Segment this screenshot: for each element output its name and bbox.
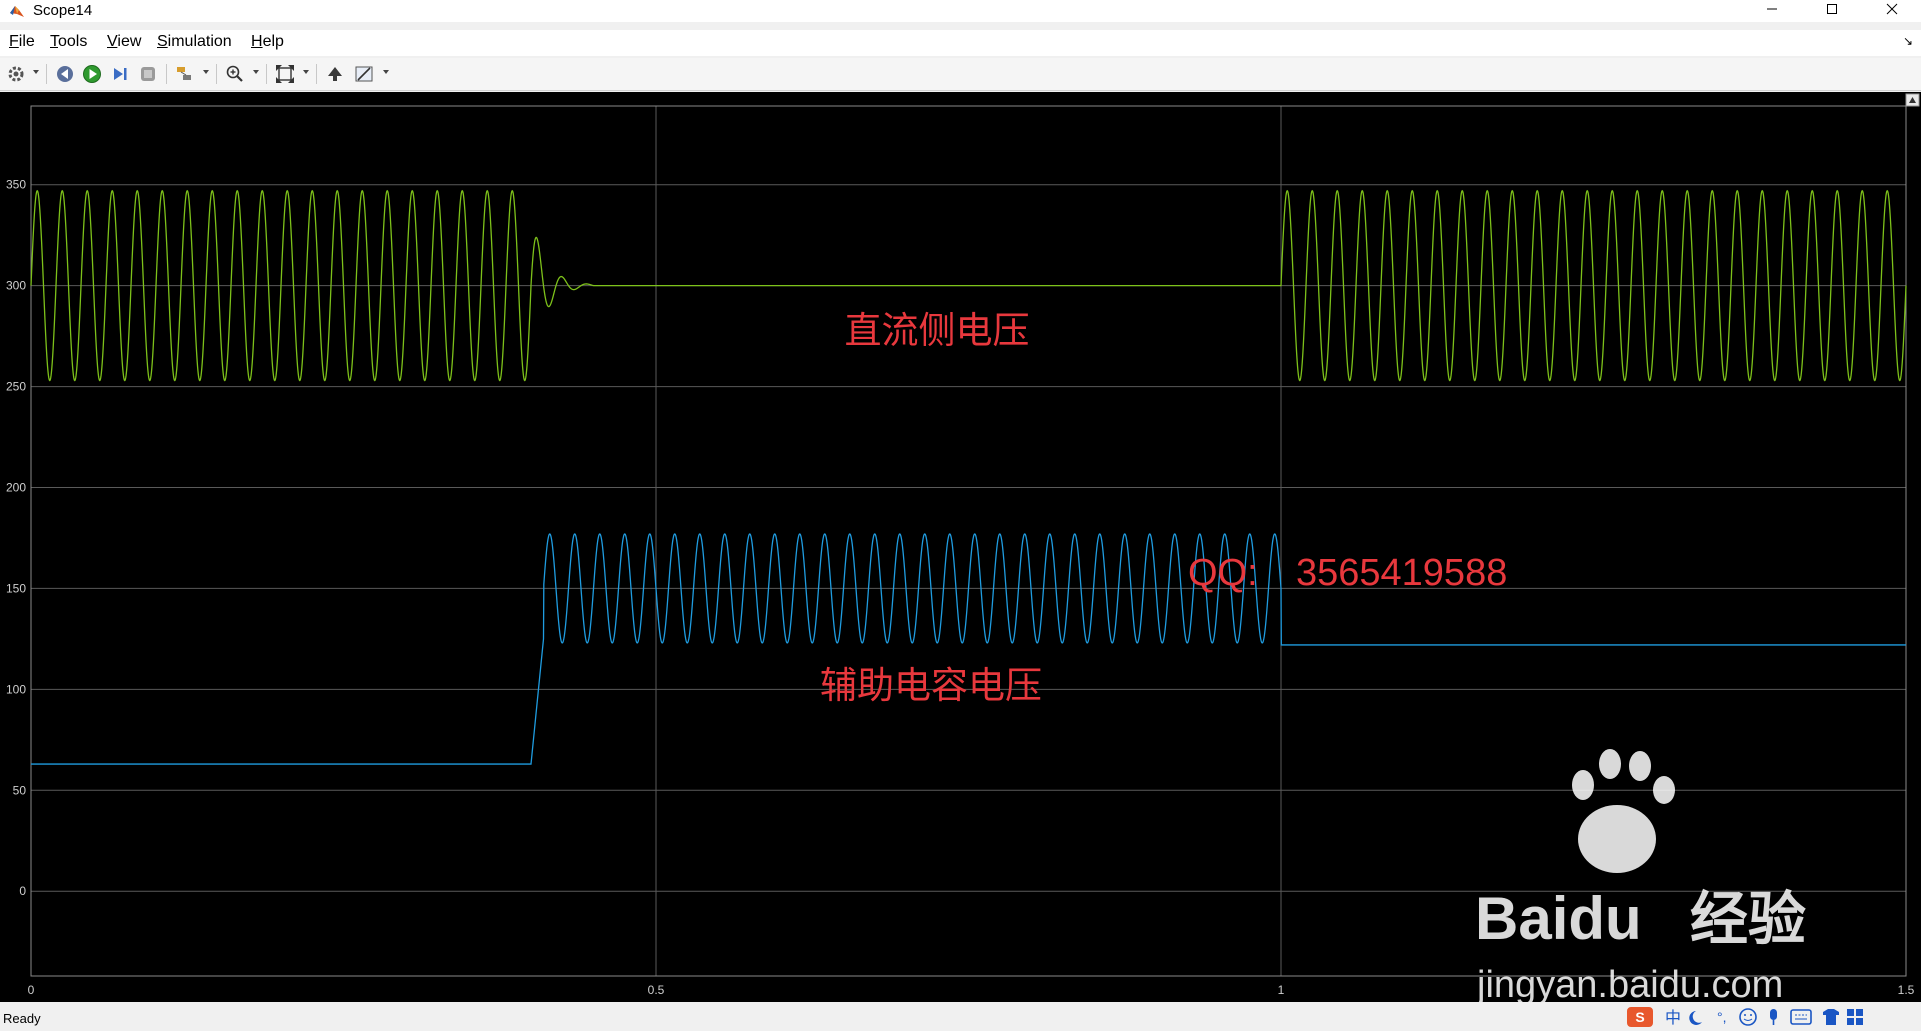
menu-tools[interactable]: Tools (50, 33, 87, 51)
menu-view[interactable]: View (107, 33, 141, 51)
watermark-brand: Baidu (1475, 885, 1642, 952)
microphone-icon[interactable] (1770, 1009, 1777, 1020)
menu-file-key: F (9, 33, 19, 50)
x-tick-label: 1 (1278, 983, 1285, 997)
qq-number: 3565419588 (1296, 552, 1507, 594)
scroll-up-icon[interactable] (1905, 93, 1920, 107)
skin-icon[interactable] (1823, 1009, 1839, 1025)
ime-chinese-mode[interactable]: 中 (1665, 1009, 1681, 1027)
x-tick-label: 1.5 (1898, 983, 1915, 997)
menu-tools-key: T (50, 33, 58, 50)
highlight-block-icon[interactable] (174, 64, 194, 84)
qq-label: QQ: (1188, 552, 1258, 594)
step-back-icon[interactable] (55, 64, 75, 84)
keyboard-icon[interactable] (1790, 1009, 1812, 1025)
y-tick-label: 350 (6, 178, 26, 192)
run-icon[interactable] (82, 64, 102, 84)
measurements-icon[interactable] (354, 64, 374, 84)
window-title: Scope14 (33, 2, 93, 19)
moon-icon[interactable] (1689, 1011, 1702, 1025)
status-text: Ready (3, 1011, 41, 1026)
autoscale-icon[interactable] (275, 64, 295, 84)
zoom-in-icon[interactable] (225, 64, 245, 84)
dc-voltage-label: 直流侧电压 (845, 310, 1030, 351)
watermark-url: jingyan.baidu.com (1476, 964, 1783, 1002)
menu-tools-rest: ools (58, 33, 88, 50)
aux-capacitor-voltage-label: 辅助电容电压 (820, 665, 1042, 706)
menu-simulation[interactable]: Simulation (157, 33, 232, 51)
sogou-s-glyph: S (1635, 1009, 1644, 1025)
stop-icon[interactable] (138, 64, 158, 84)
toolbar (0, 58, 1921, 91)
y-tick-label: 150 (6, 581, 26, 595)
menu-file-rest: ile (18, 33, 35, 50)
y-tick-label: 100 (6, 682, 26, 696)
write-data-icon[interactable] (325, 64, 345, 84)
y-tick-label: 300 (6, 279, 26, 293)
menu-view-rest: iew (117, 33, 142, 50)
status-bar: Ready S 中 °, (0, 1003, 1921, 1031)
menu-help-key: H (251, 33, 263, 50)
toolbox-icon[interactable] (1847, 1009, 1854, 1016)
x-tick-label: 0 (28, 983, 35, 997)
step-forward-icon[interactable] (110, 64, 130, 84)
punctuation-icon[interactable]: °, (1717, 1009, 1727, 1025)
menu-help[interactable]: Help (251, 33, 284, 51)
matlab-logo-icon (10, 6, 24, 17)
scope-plot[interactable]: 0 50 100 150 200 250 300 350 0 0.5 1 1.5 直流侧电压 辅助电容… (0, 92, 1921, 1006)
maximize-icon (1827, 4, 1837, 14)
toolbar-separator (216, 64, 217, 84)
minimize-button[interactable] (1749, 0, 1795, 22)
menu-simulation-key: S (157, 33, 168, 50)
menu-simulation-rest: imulation (167, 33, 232, 50)
menu-help-rest: elp (262, 33, 284, 50)
settings-dropdown-icon[interactable] (33, 70, 39, 74)
y-tick-label: 250 (6, 380, 26, 394)
autoscale-dropdown-icon[interactable] (303, 70, 309, 74)
ime-toolbar[interactable]: S 中 °, (1627, 1006, 1917, 1028)
toolbar-separator (266, 64, 267, 84)
y-tick-label: 50 (13, 783, 27, 797)
highlight-dropdown-icon[interactable] (203, 70, 209, 74)
emoji-icon[interactable] (1739, 1008, 1757, 1026)
x-tick-label: 0.5 (648, 983, 665, 997)
pin-icon[interactable]: ↘ (1903, 34, 1913, 48)
menu-view-key: V (107, 33, 118, 50)
scope-display[interactable]: 0 50 100 150 200 250 300 350 0 0.5 1 1.5 直流侧电压 辅助电容… (0, 92, 1921, 1006)
toolbar-separator (316, 64, 317, 84)
close-icon (1886, 3, 1898, 15)
watermark-cn: 经验 (1690, 887, 1806, 952)
maximize-button[interactable] (1809, 0, 1855, 22)
toolbar-separator (166, 64, 167, 84)
y-tick-label: 0 (19, 884, 26, 898)
settings-icon[interactable] (6, 64, 26, 84)
menu-file[interactable]: File (9, 33, 35, 51)
title-bar: Scope14 (0, 0, 1921, 22)
toolbar-separator (46, 64, 47, 84)
zoom-dropdown-icon[interactable] (253, 70, 259, 74)
minimize-icon (1767, 8, 1777, 10)
menu-bar: File Tools View Simulation Help ↘ (0, 30, 1921, 56)
close-button[interactable] (1869, 0, 1915, 22)
y-tick-label: 200 (6, 481, 26, 495)
measurements-dropdown-icon[interactable] (383, 70, 389, 74)
